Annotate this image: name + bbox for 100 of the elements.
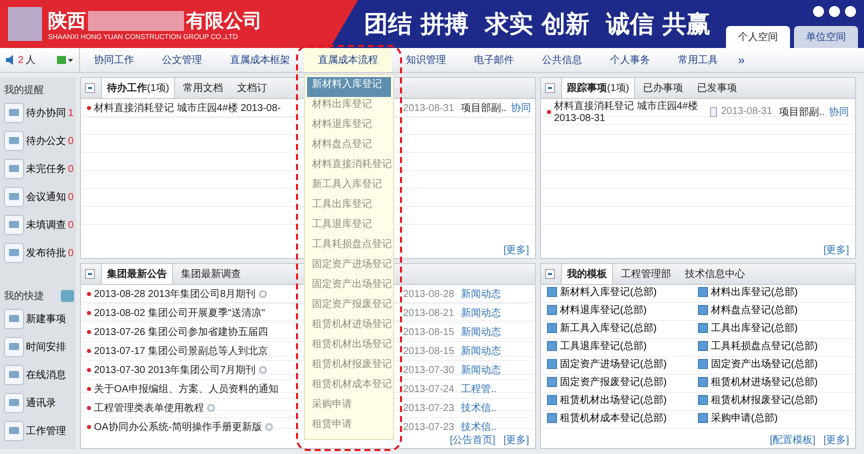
reminder-item[interactable]: 发布待批 0 [4, 239, 74, 267]
template-item[interactable]: 工具出库登记(总部) [698, 321, 798, 335]
app-tile-icon [4, 159, 24, 179]
item-title[interactable]: 2013-07-26 集团公司参加省建协五届四 [94, 325, 268, 339]
item-title[interactable]: 2013-08-28 2013年集团公司8月期刊 [94, 287, 256, 301]
more-button[interactable]: » [732, 48, 751, 72]
date-text: 2013-08-15 [403, 346, 456, 356]
template-item[interactable]: 固定资产报废登记(总部) [547, 375, 667, 389]
item-title[interactable]: 关于OA申报编组、方案、人员资料的通知 [94, 382, 278, 396]
template-item[interactable]: 租赁机材出场登记(总部) [547, 393, 667, 407]
panel-tab[interactable]: 已发事项 [691, 77, 744, 98]
panel-tab[interactable]: 待办工作(1项) [101, 77, 176, 98]
category-link[interactable]: 新闻动态 [461, 287, 501, 301]
status-dropdown[interactable] [57, 55, 73, 65]
reminder-item[interactable]: 待办协同 1 [4, 99, 74, 127]
nav-item[interactable]: 知识管理 [392, 48, 460, 72]
panel-tab[interactable]: 文档订 [231, 77, 274, 98]
footer-link[interactable]: [公告首页] [450, 433, 496, 447]
item-title[interactable]: 材料直接消耗登记 城市庄园4#楼 2013-08- [94, 101, 281, 115]
reminder-item[interactable]: 未填调查 0 [4, 211, 74, 239]
item-title[interactable]: 2013-07-17 集团公司景副总等人到北京 [94, 344, 268, 358]
app-tile-icon [4, 103, 24, 123]
reminder-item[interactable]: 未完任务 0 [4, 155, 74, 183]
item-title[interactable]: 材料直接消耗登记 城市庄园4#楼 2013-08-31 [554, 99, 707, 124]
space-tab[interactable]: 单位空间 [794, 26, 858, 48]
nav-item[interactable]: 公文管理 [148, 48, 216, 72]
shortcut-item[interactable]: 工作管理 [4, 417, 66, 445]
nav-item[interactable]: 直属成本框架 [216, 48, 304, 72]
item-title[interactable]: 2013-08-02 集团公司开展夏季"送清凉" [94, 306, 266, 320]
category-link[interactable]: 新闻动态 [461, 306, 501, 320]
footer-link[interactable]: [更多] [503, 243, 529, 257]
date-text: 2013-07-23 [403, 402, 456, 414]
category-link[interactable]: 新闻动态 [461, 325, 501, 339]
template-item[interactable]: 工具耗损盘点登记(总部) [698, 339, 818, 353]
collapse-icon[interactable] [85, 269, 95, 279]
app-tile-icon [4, 309, 24, 329]
category-link[interactable]: 技术信.. [461, 401, 497, 415]
nav-item[interactable]: 公共信息 [528, 48, 596, 72]
online-count: 2 [18, 54, 24, 66]
template-item[interactable]: 租赁机材报废登记(总部) [698, 393, 818, 407]
bullet-icon [87, 292, 91, 296]
menu-item[interactable]: 采购申请 [307, 397, 391, 417]
app-tile-icon [4, 215, 24, 235]
panel-tab[interactable]: 跟踪事项(1项) [561, 77, 636, 98]
nav-item[interactable]: 电子邮件 [460, 48, 528, 72]
template-item[interactable]: 固定资产出场登记(总部) [698, 357, 818, 371]
sender-text: 项目部副.. [461, 102, 507, 115]
reminder-item[interactable]: 会议通知 0 [4, 183, 74, 211]
space-tab[interactable]: 个人空间 [726, 26, 790, 48]
collapse-icon[interactable] [85, 83, 95, 93]
shortcut-item[interactable]: 通讯录 [4, 389, 56, 417]
collapse-icon[interactable] [545, 83, 555, 93]
panel-tab[interactable]: 我的模板 [561, 263, 613, 284]
panel-tab[interactable]: 集团最新公告 [101, 263, 173, 284]
category-link[interactable]: 技术信.. [461, 420, 497, 432]
item-title[interactable]: OA协同办公系统-简明操作手册更新版 [94, 420, 262, 432]
nav-item[interactable]: 常用工具 [664, 48, 732, 72]
speaker-icon[interactable] [6, 55, 16, 65]
category-link[interactable]: 新闻动态 [461, 344, 501, 358]
footer-link[interactable]: [更多] [823, 243, 849, 257]
menu-item[interactable]: 工具耗损盘点登记 [307, 237, 391, 257]
item-title[interactable]: 工程管理类表单使用教程 [94, 401, 204, 415]
template-item[interactable]: 工具退库登记(总部) [547, 339, 647, 353]
shortcut-item[interactable]: 时间安排 [4, 333, 66, 361]
date-text: 2013-07-23 [403, 422, 456, 432]
reminder-item[interactable]: 待办公文 0 [4, 127, 74, 155]
menu-item[interactable]: 租赁申请 [307, 417, 391, 437]
template-item[interactable]: 材料盘点登记(总部) [698, 303, 798, 317]
template-item[interactable]: 租赁机材进场登记(总部) [698, 375, 818, 389]
category-link[interactable]: 协同 [511, 101, 531, 115]
template-item[interactable]: 新材料入库登记(总部) [547, 285, 657, 299]
date-text: 2013-08-31 [403, 102, 456, 114]
template-item[interactable]: 租赁机材成本登记(总部) [547, 411, 667, 425]
app-tile-icon [4, 337, 24, 357]
template-item[interactable]: 材料退库登记(总部) [547, 303, 647, 317]
category-link[interactable]: 协同 [829, 104, 849, 118]
category-link[interactable]: 新闻动态 [461, 363, 501, 377]
template-item[interactable]: 固定资产进场登记(总部) [547, 357, 667, 371]
template-item[interactable]: 采购申请(总部) [698, 411, 778, 425]
bullet-icon [87, 349, 91, 353]
nav-item[interactable]: 直属成本流程 [304, 48, 392, 72]
nav-item[interactable]: 个人事务 [596, 48, 664, 72]
panel-tab[interactable]: 技术信息中心 [679, 263, 751, 284]
panel-tab[interactable]: 已办事项 [637, 77, 690, 98]
panel-tab[interactable]: 工程管理部 [615, 263, 677, 284]
template-item[interactable]: 材料出库登记(总部) [698, 285, 798, 299]
shortcut-item[interactable]: 新建事项 [4, 305, 66, 333]
panel-tab[interactable]: 常用文档 [177, 77, 230, 98]
app-tile-icon [4, 365, 24, 385]
app-tile-icon [4, 243, 24, 263]
category-link[interactable]: 工程管.. [461, 382, 497, 396]
shortcut-item[interactable]: 在线消息 [4, 361, 66, 389]
item-title[interactable]: 2013-07-30 2013年集团公司7月期刊 [94, 363, 256, 377]
collapse-icon[interactable] [545, 269, 555, 279]
panel-tab[interactable]: 集团最新调查 [175, 263, 247, 284]
nav-item[interactable]: 协同工作 [80, 48, 148, 72]
footer-link[interactable]: [更多] [823, 433, 849, 447]
template-item[interactable]: 新工具入库登记(总部) [547, 321, 657, 335]
footer-link[interactable]: [配置模板] [770, 433, 816, 447]
footer-link[interactable]: [更多] [503, 433, 529, 447]
